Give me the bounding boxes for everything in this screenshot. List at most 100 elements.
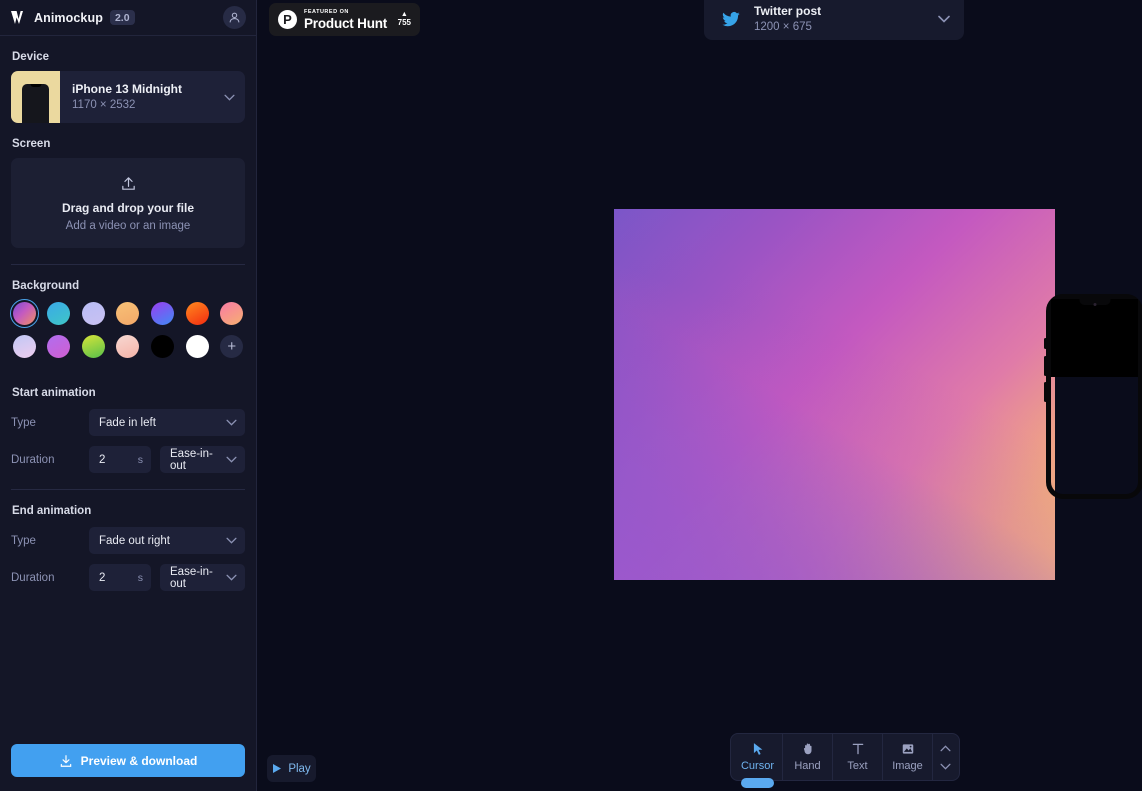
purple-orange-gradient [12,301,36,325]
text-t-icon [852,743,863,755]
background-swatch-blue-violet-gradient[interactable] [149,300,176,326]
orange-red-gradient [185,301,209,325]
sidebar: Animockup 2.0 Device iPhone 13 Midnight … [0,0,257,791]
product-hunt-badge[interactable]: P FEATURED ON Product Hunt ▲ 755 [269,3,420,36]
add-background-button[interactable]: + [218,333,245,359]
tool-cursor-label: Cursor [740,760,774,772]
canvas-toolbar: Cursor Hand Text Image [730,733,960,788]
device-selector[interactable]: iPhone 13 Midnight 1170 × 2532 [11,71,245,123]
background-swatch-yellow-green-gradient[interactable] [80,333,107,359]
end-easing-select[interactable]: Ease-in-out [160,564,245,591]
start-type-value: Fade in left [99,416,156,429]
toolbar-stepper[interactable] [933,734,957,780]
canvas-size-title: Twitter post [754,3,822,18]
canvas-size-selector[interactable]: Twitter post 1200 × 675 [704,0,964,40]
start-animation-type-row: Type Fade in left [11,409,245,436]
hand-icon [803,743,811,755]
product-hunt-name: Product Hunt [304,15,388,31]
tool-text[interactable]: Text [833,734,883,780]
device-mute-switch [1044,338,1047,349]
tool-cursor[interactable]: Cursor [733,734,783,788]
upload-icon [121,176,135,190]
violet-magenta-gradient [47,334,71,358]
canvas-size-dimensions: 1200 × 675 [754,20,812,33]
start-animation-type-select[interactable]: Fade in left [89,409,245,436]
background-swatch-violet-magenta-gradient[interactable] [46,333,73,359]
tool-image-label: Image [892,760,923,772]
artboard[interactable] [614,209,1142,580]
screen-dropzone[interactable]: Drag and drop your file Add a video or a… [11,158,245,248]
cursor-arrow-icon [753,743,762,755]
background-swatch-cyan-teal-gradient[interactable] [46,300,73,326]
background-swatch-blush-gradient[interactable] [115,333,142,359]
end-duration-value: 2 [99,571,106,584]
start-duration-input[interactable]: 2 s [89,446,151,473]
start-type-label: Type [11,416,36,429]
twitter-bird-icon [722,11,740,26]
background-swatch-peach-gradient[interactable] [115,300,142,326]
canvas-size-text: Twitter post 1200 × 675 [754,4,821,35]
end-duration-label: Duration [11,571,55,584]
end-animation-label: End animation [12,505,92,517]
sidebar-footer: Preview & download [0,744,256,791]
preview-download-label: Preview & download [80,753,198,768]
canvas-area[interactable]: P FEATURED ON Product Hunt ▲ 755 Twitter… [257,0,1142,791]
divider [11,264,245,265]
device-mockup[interactable] [1044,294,1142,499]
device-volume-down-button [1044,382,1047,402]
preview-download-button[interactable]: Preview & download [11,744,245,777]
end-animation-duration-row: Duration 2 s Ease-in-out [11,564,245,591]
play-button-label: Play [288,762,311,775]
lavender-pink-gradient [12,334,36,358]
device-mockup-screen-top [1051,299,1138,377]
blue-violet-gradient [151,301,175,325]
device-volume-up-button [1044,356,1047,376]
play-triangle-icon [273,764,282,773]
chevron-down-icon [938,15,950,23]
blush-gradient [116,334,140,358]
background-swatch-white-solid[interactable] [184,333,211,359]
start-animation-duration-row: Duration 2 s Ease-in-out [11,446,245,473]
tool-text-label: Text [847,760,868,772]
end-type-label: Type [11,534,36,547]
device-thumbnail [11,71,60,123]
background-swatch-black-solid[interactable] [149,333,176,359]
lightning-zigzag-icon [11,11,23,24]
download-icon [60,754,71,767]
chevron-down-icon [226,419,237,426]
product-hunt-upvote-count: 755 [397,18,411,27]
divider [11,489,245,490]
end-duration-input[interactable]: 2 s [89,564,151,591]
play-button[interactable]: Play [267,755,316,782]
tool-hand[interactable]: Hand [783,734,833,780]
chevron-up-icon[interactable] [939,744,951,752]
background-swatch-pink-orange-gradient[interactable] [218,300,245,326]
device-section-label: Device [12,51,50,63]
end-easing-value: Ease-in-out [170,565,213,590]
end-duration-unit: s [137,571,143,584]
background-swatch-purple-orange-gradient[interactable] [9,298,39,328]
user-avatar-button[interactable] [223,6,246,29]
start-easing-select[interactable]: Ease-in-out [160,446,245,473]
tool-image[interactable]: Image [883,734,933,780]
start-duration-value: 2 [99,453,106,466]
pink-orange-gradient [220,301,244,325]
product-hunt-featured-text: FEATURED ON [304,8,349,15]
end-animation-type-select[interactable]: Fade out right [89,527,245,554]
white-solid [185,334,209,358]
chevron-down-icon[interactable] [939,763,951,770]
background-swatch-orange-red-gradient[interactable] [184,300,211,326]
background-swatch-lavender-pink-gradient[interactable] [11,333,38,359]
yellow-green-gradient [81,334,105,358]
start-easing-value: Ease-in-out [170,447,213,472]
version-badge: 2.0 [109,10,135,25]
end-animation-type-row: Type Fade out right [11,527,245,554]
plus-icon: + [220,334,244,358]
periwinkle-gradient [81,301,105,325]
app-root: Animockup 2.0 Device iPhone 13 Midnight … [0,0,1142,791]
app-name: Animockup [34,10,103,25]
product-hunt-logo-icon: P [278,10,297,29]
dropzone-title: Drag and drop your file [61,200,194,215]
background-swatch-periwinkle-gradient[interactable] [80,300,107,326]
sidebar-body: Device iPhone 13 Midnight 1170 × 2532 Sc… [0,36,256,744]
